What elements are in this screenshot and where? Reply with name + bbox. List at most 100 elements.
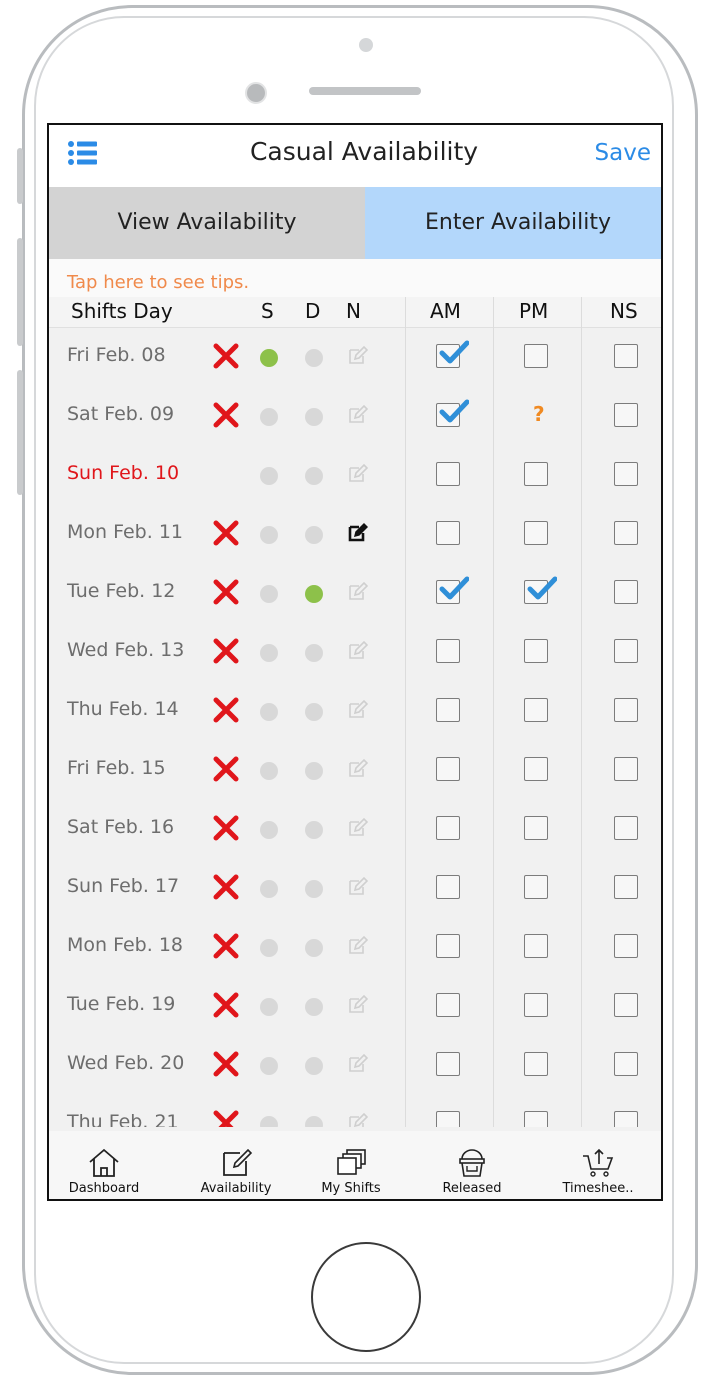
- pm-checkbox[interactable]: [524, 698, 548, 722]
- ns-checkbox[interactable]: [614, 698, 638, 722]
- pm-checkbox[interactable]: [524, 639, 548, 663]
- pm-checkbox[interactable]: [524, 462, 548, 486]
- pm-checkbox[interactable]: [524, 757, 548, 781]
- am-checkbox[interactable]: [436, 816, 460, 840]
- ns-checkbox[interactable]: [614, 521, 638, 545]
- phone-home-button[interactable]: [311, 1242, 421, 1352]
- note-edit-icon[interactable]: [346, 876, 369, 898]
- stacked-pages-icon: [333, 1147, 369, 1179]
- ns-checkbox[interactable]: [614, 1111, 638, 1127]
- shift-s-indicator: [260, 998, 278, 1016]
- am-checkbox[interactable]: [436, 1111, 460, 1127]
- save-button[interactable]: Save: [595, 140, 651, 166]
- pm-checkbox[interactable]: [524, 875, 548, 899]
- note-edit-icon[interactable]: [346, 817, 369, 839]
- checkmark-icon: [439, 339, 470, 365]
- ns-checkbox[interactable]: [614, 993, 638, 1017]
- table-row: Tue Feb. 19: [49, 976, 661, 1035]
- unavailable-x-icon[interactable]: [211, 872, 241, 902]
- unavailable-x-icon[interactable]: [211, 813, 241, 843]
- note-edit-icon[interactable]: [346, 522, 369, 544]
- ns-checkbox[interactable]: [614, 1052, 638, 1076]
- phone-sensor: [359, 38, 373, 52]
- note-edit-icon[interactable]: [346, 699, 369, 721]
- tab-view-availability[interactable]: View Availability: [49, 187, 365, 259]
- table-row: Wed Feb. 13: [49, 622, 661, 681]
- header-ns: NS: [610, 299, 638, 323]
- unavailable-x-icon[interactable]: [211, 695, 241, 725]
- shift-s-indicator: [260, 1057, 278, 1075]
- note-edit-icon[interactable]: [346, 463, 369, 485]
- pm-checkbox[interactable]: [524, 816, 548, 840]
- note-edit-icon[interactable]: [346, 1053, 369, 1075]
- note-edit-icon[interactable]: [346, 935, 369, 957]
- am-checkbox[interactable]: [436, 399, 470, 427]
- am-checkbox[interactable]: [436, 340, 470, 368]
- nav-availability[interactable]: Availability: [181, 1147, 291, 1199]
- am-checkbox[interactable]: [436, 757, 460, 781]
- home-icon: [86, 1147, 122, 1179]
- unavailable-x-icon[interactable]: [211, 341, 241, 371]
- nav-released[interactable]: Released: [417, 1147, 527, 1199]
- unavailable-x-icon[interactable]: [211, 577, 241, 607]
- ns-checkbox[interactable]: [614, 934, 638, 958]
- row-day-label: Tue Feb. 12: [67, 580, 176, 602]
- ns-checkbox[interactable]: [614, 639, 638, 663]
- tab-enter-availability[interactable]: Enter Availability: [365, 187, 661, 259]
- unavailable-x-icon[interactable]: [211, 1108, 241, 1127]
- shift-s-indicator: [260, 1116, 278, 1127]
- unavailable-x-icon[interactable]: [211, 931, 241, 961]
- note-edit-icon[interactable]: [346, 404, 369, 426]
- pm-checkbox[interactable]: [524, 576, 558, 604]
- pm-unknown-marker[interactable]: ?: [533, 402, 545, 426]
- table-row: Tue Feb. 12: [49, 563, 661, 622]
- tips-link[interactable]: Tap here to see tips.: [67, 272, 249, 293]
- row-day-label: Mon Feb. 18: [67, 934, 183, 956]
- am-checkbox[interactable]: [436, 462, 460, 486]
- note-edit-icon[interactable]: [346, 345, 369, 367]
- note-edit-icon[interactable]: [346, 758, 369, 780]
- am-checkbox[interactable]: [436, 993, 460, 1017]
- shift-d-indicator: [305, 585, 323, 603]
- unavailable-x-icon[interactable]: [211, 636, 241, 666]
- unavailable-x-icon[interactable]: [211, 518, 241, 548]
- nav-timeshee[interactable]: Timeshee..: [543, 1147, 653, 1199]
- unavailable-x-icon[interactable]: [211, 1049, 241, 1079]
- ns-checkbox[interactable]: [614, 344, 638, 368]
- ns-checkbox[interactable]: [614, 816, 638, 840]
- am-checkbox[interactable]: [436, 639, 460, 663]
- shift-d-indicator: [305, 526, 323, 544]
- note-edit-icon[interactable]: [346, 1112, 369, 1127]
- pm-checkbox[interactable]: [524, 993, 548, 1017]
- nav-my-shifts[interactable]: My Shifts: [296, 1147, 406, 1199]
- ns-checkbox[interactable]: [614, 580, 638, 604]
- note-edit-icon[interactable]: [346, 640, 369, 662]
- shift-s-indicator: [260, 349, 278, 367]
- am-checkbox[interactable]: [436, 1052, 460, 1076]
- unavailable-x-icon[interactable]: [211, 754, 241, 784]
- pm-checkbox[interactable]: [524, 521, 548, 545]
- am-checkbox[interactable]: [436, 576, 470, 604]
- pm-checkbox[interactable]: [524, 1052, 548, 1076]
- header-n: N: [346, 299, 361, 323]
- pm-checkbox[interactable]: [524, 934, 548, 958]
- shift-d-indicator: [305, 1057, 323, 1075]
- row-day-label: Fri Feb. 08: [67, 344, 166, 366]
- am-checkbox[interactable]: [436, 698, 460, 722]
- am-checkbox[interactable]: [436, 934, 460, 958]
- note-edit-icon[interactable]: [346, 994, 369, 1016]
- ns-checkbox[interactable]: [614, 757, 638, 781]
- nav-dashboard[interactable]: Dashboard: [49, 1147, 159, 1199]
- pm-checkbox[interactable]: [524, 1111, 548, 1127]
- header-pm: PM: [519, 299, 549, 323]
- note-edit-icon[interactable]: [346, 581, 369, 603]
- ns-checkbox[interactable]: [614, 875, 638, 899]
- nav-label: My Shifts: [321, 1181, 381, 1196]
- pm-checkbox[interactable]: [524, 344, 548, 368]
- unavailable-x-icon[interactable]: [211, 400, 241, 430]
- ns-checkbox[interactable]: [614, 462, 638, 486]
- am-checkbox[interactable]: [436, 521, 460, 545]
- unavailable-x-icon[interactable]: [211, 990, 241, 1020]
- am-checkbox[interactable]: [436, 875, 460, 899]
- ns-checkbox[interactable]: [614, 403, 638, 427]
